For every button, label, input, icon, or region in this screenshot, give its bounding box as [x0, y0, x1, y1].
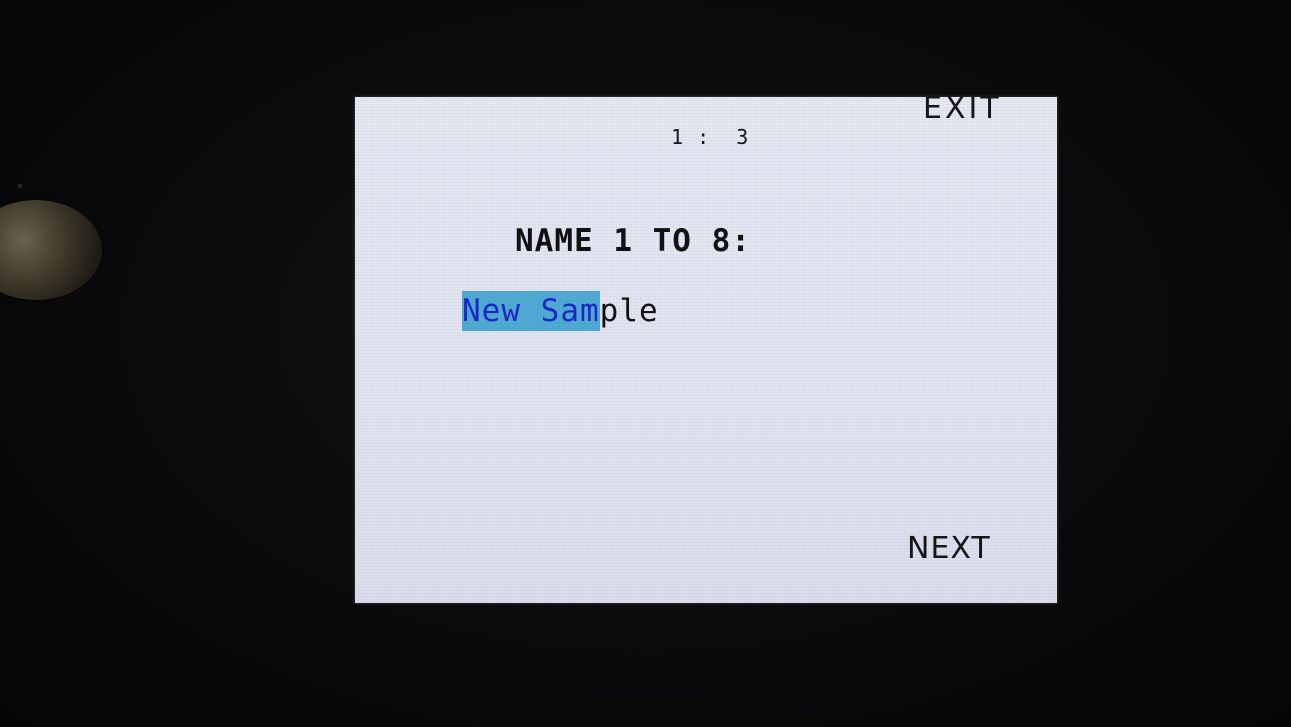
exit-button[interactable]: EXIT	[923, 91, 1002, 126]
next-button[interactable]: NEXT	[907, 531, 991, 566]
page-indicator: 1 : 3	[671, 125, 750, 149]
unselected-name-text: ple	[599, 293, 659, 329]
selected-name-text: New Sam	[462, 291, 600, 331]
name-prompt-label: NAME 1 TO 8:	[515, 223, 751, 259]
knob-indicator-dot	[18, 184, 22, 188]
sample-name-input[interactable]: New Sample	[462, 291, 659, 331]
encoder-knob[interactable]	[0, 200, 102, 300]
device-panel: 1 : 3 EXIT NAME 1 TO 8: New Sample NEXT	[0, 0, 1291, 727]
lcd-screen: 1 : 3 EXIT NAME 1 TO 8: New Sample NEXT	[355, 91, 1057, 603]
